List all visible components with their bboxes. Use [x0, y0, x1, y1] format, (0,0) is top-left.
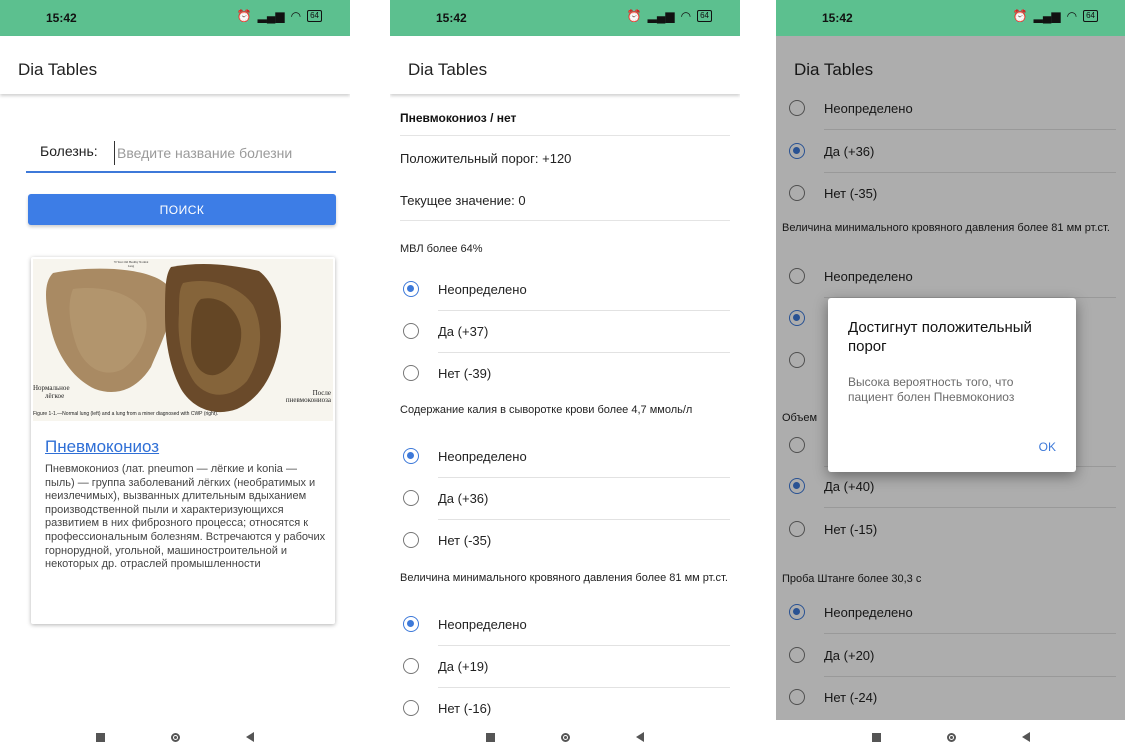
divider: [400, 135, 730, 136]
option-undefined[interactable]: Неопределено: [390, 436, 740, 478]
signal-icon: ▂▄▆: [647, 9, 675, 23]
recents-icon[interactable]: [96, 732, 105, 742]
radio-selected-icon[interactable]: [403, 616, 419, 632]
wifi-icon: ◠: [1066, 9, 1078, 23]
search-button[interactable]: ПОИСК: [28, 194, 336, 225]
question-pressure: Величина минимального кровяного давления…: [400, 572, 728, 584]
phone-table-screen: 15:42 ⏰ ▂▄▆ ◠ 64 Dia Tables Пневмокониоз…: [390, 0, 740, 754]
status-icons: ⏰ ▂▄▆ ◠ 64: [1013, 9, 1098, 23]
option-label: Неопределено: [438, 449, 527, 464]
signal-icon: ▂▄▆: [1033, 9, 1061, 23]
home-icon[interactable]: [561, 732, 570, 742]
option-no[interactable]: Нет (-35): [390, 520, 740, 562]
option-label: Нет (-35): [438, 533, 492, 548]
radio-empty-icon[interactable]: [403, 700, 419, 716]
status-time: 15:42: [436, 11, 467, 25]
option-label: Неопределено: [438, 282, 527, 297]
image-label-normal-line2: лёгкое: [45, 392, 65, 400]
app-title: Dia Tables: [408, 60, 488, 79]
question-mvl: МВЛ более 64%: [400, 243, 483, 255]
status-bar: 15:42 ⏰ ▂▄▆ ◠ 64: [776, 0, 1125, 36]
option-undefined[interactable]: Неопределено: [390, 604, 740, 646]
option-label: Неопределено: [438, 617, 527, 632]
search-input[interactable]: [114, 141, 337, 165]
recents-icon[interactable]: [872, 732, 881, 742]
wifi-icon: ◠: [680, 9, 692, 23]
alarm-icon: ⏰: [236, 9, 252, 23]
recents-icon[interactable]: [486, 732, 495, 742]
status-icons: ⏰ ▂▄▆ ◠ 64: [237, 9, 322, 23]
image-label-after: После пневмокониоза: [286, 390, 331, 404]
option-label: Нет (-16): [438, 701, 492, 716]
back-icon[interactable]: [1022, 732, 1030, 742]
radio-empty-icon[interactable]: [403, 490, 419, 506]
radio-empty-icon[interactable]: [403, 532, 419, 548]
app-bar: Dia Tables: [390, 36, 740, 94]
home-icon[interactable]: [171, 732, 180, 742]
back-icon[interactable]: [636, 732, 644, 742]
dialog-ok-button[interactable]: OK: [1039, 440, 1056, 454]
phone-search-screen: 15:42 ⏰ ▂▄▆ ◠ 64 Dia Tables Болезнь: ПОИ…: [0, 0, 350, 754]
app-title: Dia Tables: [18, 60, 98, 79]
option-yes[interactable]: Да (+37): [390, 311, 740, 353]
battery-icon: 64: [697, 10, 712, 22]
signal-icon: ▂▄▆: [257, 9, 285, 23]
option-yes[interactable]: Да (+36): [390, 478, 740, 520]
option-undefined[interactable]: Неопределено: [390, 269, 740, 311]
option-yes[interactable]: Да (+19): [390, 646, 740, 688]
lung-comparison-image: 70 Year Old Healthy Normal Lung Нормальн…: [33, 259, 333, 421]
image-label-normal-line1: Нормальное: [33, 384, 70, 392]
image-caption: Figure 1-1.—Normal lung (left) and a lun…: [33, 411, 219, 417]
system-nav-bar: [776, 720, 1125, 754]
disease-description: Пневмокониоз (лат. pneumon — лёгкие и ko…: [45, 463, 326, 571]
search-row: Болезнь:: [26, 141, 337, 173]
question-potassium: Содержание калия в сыворотке крови более…: [400, 404, 693, 416]
radio-empty-icon[interactable]: [403, 323, 419, 339]
option-label: Да (+36): [438, 491, 489, 506]
radio-empty-icon[interactable]: [403, 658, 419, 674]
threshold-dialog: Достигнут положительный порог Высока вер…: [828, 298, 1076, 472]
status-time: 15:42: [822, 11, 853, 25]
status-bar: 15:42 ⏰ ▂▄▆ ◠ 64: [390, 0, 740, 36]
option-label: Нет (-39): [438, 366, 492, 381]
radio-selected-icon[interactable]: [403, 281, 419, 297]
status-icons: ⏰ ▂▄▆ ◠ 64: [627, 9, 712, 23]
status-time: 15:42: [46, 11, 77, 25]
disease-title-link[interactable]: Пневмокониоз: [45, 437, 159, 457]
divider: [400, 220, 730, 221]
status-bar: 15:42 ⏰ ▂▄▆ ◠ 64: [0, 0, 350, 36]
table-header: Пневмокониоз / нет: [400, 111, 517, 125]
dialog-title: Достигнут положительный порог: [848, 319, 1032, 355]
alarm-icon: ⏰: [626, 9, 642, 23]
radio-empty-icon[interactable]: [403, 365, 419, 381]
battery-icon: 64: [307, 10, 322, 22]
battery-icon: 64: [1083, 10, 1098, 22]
current-value-text: Текущее значение: 0: [400, 193, 526, 208]
image-label-normal: Нормальное лёгкое: [33, 384, 70, 400]
phone-dialog-screen: 15:42 ⏰ ▂▄▆ ◠ 64 Dia Tables Неопределено…: [776, 0, 1125, 754]
radio-selected-icon[interactable]: [403, 448, 419, 464]
back-icon[interactable]: [246, 732, 254, 742]
option-no[interactable]: Нет (-39): [390, 353, 740, 395]
image-label-after-line2: пневмокониоза: [285, 396, 331, 404]
dialog-message: Высока вероятность того, что пациент бол…: [848, 375, 1015, 404]
wifi-icon: ◠: [290, 9, 302, 23]
option-label: Да (+37): [438, 324, 489, 339]
disease-card[interactable]: 70 Year Old Healthy Normal Lung Нормальн…: [31, 257, 335, 624]
system-nav-bar: [390, 720, 740, 754]
option-label: Да (+19): [438, 659, 489, 674]
image-top-label: 70 Year Old Healthy Normal Lung: [113, 260, 149, 268]
threshold-text: Положительный порог: +120: [400, 151, 572, 166]
app-bar: Dia Tables: [0, 36, 350, 94]
alarm-icon: ⏰: [1012, 9, 1028, 23]
search-label: Болезнь:: [40, 143, 98, 159]
home-icon[interactable]: [947, 732, 956, 742]
system-nav-bar: [0, 720, 350, 754]
